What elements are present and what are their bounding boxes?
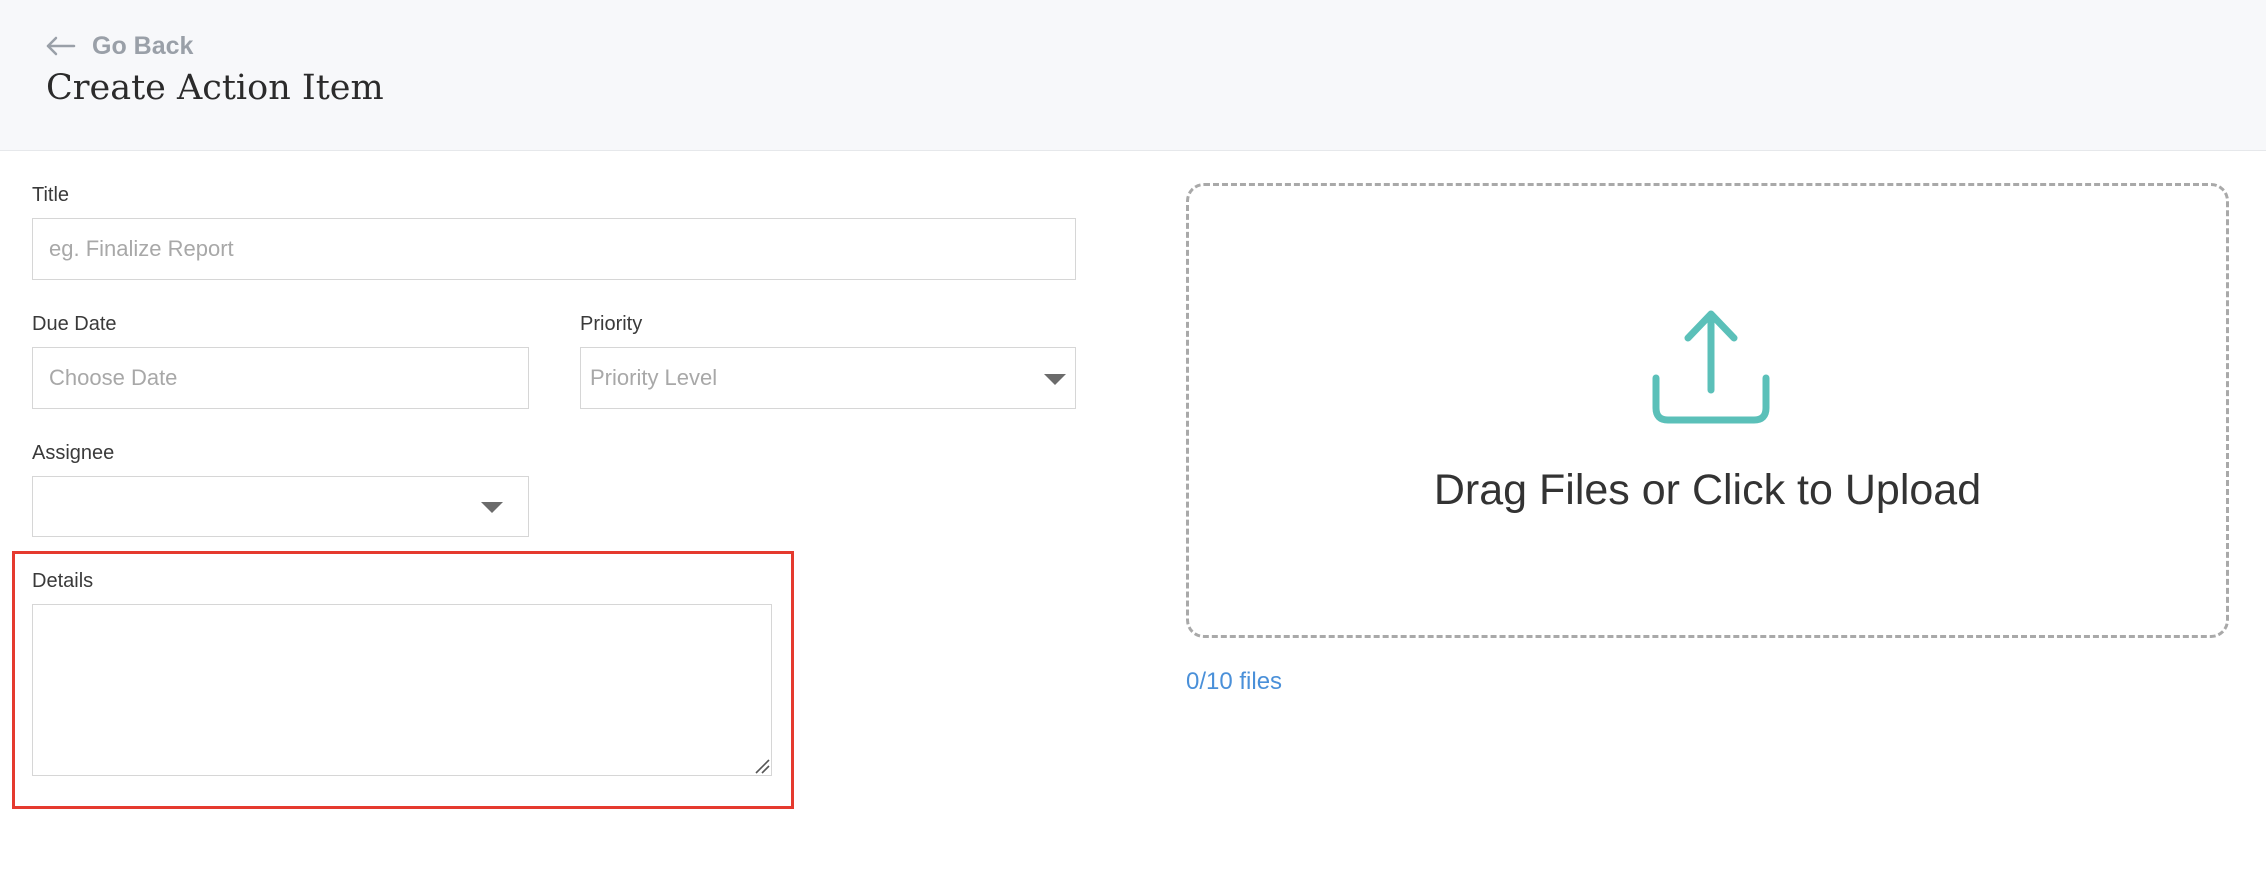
go-back-link[interactable]: Go Back bbox=[46, 28, 193, 64]
details-textarea-wrap bbox=[32, 604, 772, 776]
assignee-label: Assignee bbox=[32, 442, 115, 464]
title-input[interactable] bbox=[33, 219, 1075, 279]
priority-selected-value: Priority Level bbox=[590, 365, 718, 390]
page-header: Go Back Create Action Item bbox=[0, 0, 2266, 151]
priority-label: Priority bbox=[580, 313, 643, 335]
page-title: Create Action Item bbox=[46, 68, 384, 108]
details-label: Details bbox=[32, 570, 94, 592]
details-textarea[interactable] bbox=[32, 604, 772, 776]
due-date-input[interactable] bbox=[33, 348, 528, 408]
assignee-select[interactable] bbox=[32, 476, 529, 537]
due-date-field[interactable] bbox=[32, 347, 529, 409]
go-back-label: Go Back bbox=[92, 31, 194, 60]
due-date-label: Due Date bbox=[32, 313, 117, 335]
upload-icon bbox=[1652, 310, 1770, 424]
priority-select[interactable]: Priority Level bbox=[580, 347, 1076, 409]
title-field[interactable] bbox=[32, 218, 1076, 280]
resize-grip-icon[interactable] bbox=[754, 758, 770, 774]
file-count: 0/10 files bbox=[1186, 668, 1283, 695]
upload-prompt: Drag Files or Click to Upload bbox=[1433, 466, 1982, 514]
arrow-left-icon bbox=[46, 36, 76, 56]
chevron-down-icon bbox=[481, 502, 503, 513]
file-dropzone[interactable]: Drag Files or Click to Upload bbox=[1186, 183, 2229, 638]
chevron-down-icon bbox=[1044, 374, 1066, 385]
title-label: Title bbox=[32, 184, 70, 206]
